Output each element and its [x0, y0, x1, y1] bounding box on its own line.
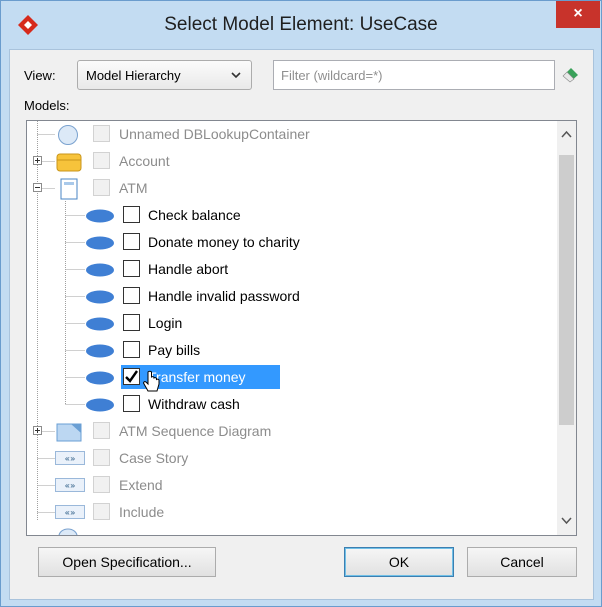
row-checkbox[interactable]: [123, 395, 140, 412]
tree-row[interactable]: ATM: [27, 175, 557, 202]
row-checkbox: [93, 125, 110, 142]
row-label: Case Story: [119, 450, 189, 466]
row-checkbox[interactable]: [123, 206, 140, 223]
tree-row[interactable]: Unnamed DBLookupContainer: [27, 121, 557, 148]
svg-text:«»: «»: [64, 455, 75, 465]
row-label: ATM: [119, 180, 148, 196]
vertical-scrollbar[interactable]: [557, 121, 576, 535]
scrollbar-thumb[interactable]: [559, 155, 574, 425]
row-label: Login: [148, 315, 183, 331]
close-button[interactable]: ×: [556, 1, 600, 28]
row-checkbox: [93, 476, 110, 493]
row-checkbox: [93, 422, 110, 439]
row-label: Handle abort: [148, 261, 229, 277]
row-checkbox[interactable]: [123, 287, 140, 304]
tree-row[interactable]: «» Include: [27, 499, 557, 526]
tree-row[interactable]: «» Extend: [27, 472, 557, 499]
row-checkbox[interactable]: [123, 233, 140, 250]
collapse-icon[interactable]: [33, 183, 42, 192]
chevron-down-icon: [231, 72, 241, 79]
view-label: View:: [24, 68, 56, 83]
row-label: Include: [119, 504, 165, 520]
model-tree[interactable]: Unnamed DBLookupContainer Account ATM Ch…: [26, 120, 577, 536]
usecase-icon: [86, 236, 114, 250]
tree-row[interactable]: Login: [27, 310, 557, 337]
tree-row[interactable]: Account: [27, 148, 557, 175]
dialog-window: Select Model Element: UseCase × View: Mo…: [0, 0, 602, 607]
scroll-down-icon[interactable]: [561, 515, 572, 526]
row-checkbox: [93, 503, 110, 520]
row-label: Account: [119, 153, 170, 169]
row-label: Unnamed DBLookupContainer: [119, 126, 310, 142]
usecase-icon: [86, 263, 114, 277]
row-label: Donate money to charity: [148, 234, 300, 250]
tree-row[interactable]: «» Case Story: [27, 445, 557, 472]
svg-text:«»: «»: [64, 509, 75, 519]
expand-icon[interactable]: [33, 156, 42, 165]
checkmark-icon: [125, 370, 138, 383]
class-icon: [56, 153, 82, 172]
row-label: ATM Sequence Diagram: [119, 423, 272, 439]
stereotype-icon: «»: [55, 451, 85, 465]
row-label: Transfer money: [148, 369, 246, 385]
row-checkbox[interactable]: [123, 260, 140, 277]
usecase-icon: [86, 344, 114, 358]
row-checkbox[interactable]: [123, 341, 140, 358]
tree-row-selected[interactable]: Transfer money: [27, 364, 557, 391]
row-checkbox-checked[interactable]: [123, 368, 140, 385]
row-label: Check balance: [148, 207, 241, 223]
dialog-body: View: Model Hierarchy Models:: [9, 49, 594, 600]
expand-icon[interactable]: [33, 426, 42, 435]
row-label: Extend: [119, 477, 163, 493]
models-label: Models:: [24, 98, 70, 113]
row-label: Pay bills: [148, 342, 201, 358]
filter-input[interactable]: [273, 60, 555, 90]
tree-row[interactable]: Check balance: [27, 202, 557, 229]
open-specification-button[interactable]: Open Specification...: [38, 547, 216, 577]
svg-text:«»: «»: [64, 482, 75, 492]
usecase-icon: [86, 398, 114, 412]
clear-filter-icon[interactable]: [560, 64, 582, 84]
view-select[interactable]: Model Hierarchy: [77, 60, 252, 90]
hand-cursor-icon: [142, 370, 160, 392]
title-bar: Select Model Element: UseCase ×: [1, 1, 601, 49]
partial-row-icon: [58, 528, 78, 535]
row-label: Withdraw cash: [148, 396, 240, 412]
row-checkbox[interactable]: [123, 314, 140, 331]
tree-row[interactable]: Handle abort: [27, 256, 557, 283]
system-icon: [60, 178, 78, 200]
row-checkbox: [93, 449, 110, 466]
stereotype-icon: «»: [55, 505, 85, 519]
container-icon: [58, 125, 78, 145]
cancel-button[interactable]: Cancel: [467, 547, 577, 577]
tree-row[interactable]: Donate money to charity: [27, 229, 557, 256]
stereotype-icon: «»: [55, 478, 85, 492]
diagram-icon: [56, 423, 82, 442]
usecase-icon: [86, 317, 114, 331]
tree-row[interactable]: Withdraw cash: [27, 391, 557, 418]
scroll-up-icon[interactable]: [561, 129, 572, 140]
view-select-value: Model Hierarchy: [86, 68, 181, 83]
usecase-icon: [86, 371, 114, 385]
tree-row[interactable]: ATM Sequence Diagram: [27, 418, 557, 445]
usecase-icon: [86, 209, 114, 223]
ok-button[interactable]: OK: [344, 547, 454, 577]
row-label: Handle invalid password: [148, 288, 300, 304]
row-checkbox: [93, 179, 110, 196]
window-title: Select Model Element: UseCase: [164, 14, 438, 35]
usecase-icon: [86, 290, 114, 304]
tree-row[interactable]: Pay bills: [27, 337, 557, 364]
row-checkbox: [93, 152, 110, 169]
tree-row[interactable]: Handle invalid password: [27, 283, 557, 310]
